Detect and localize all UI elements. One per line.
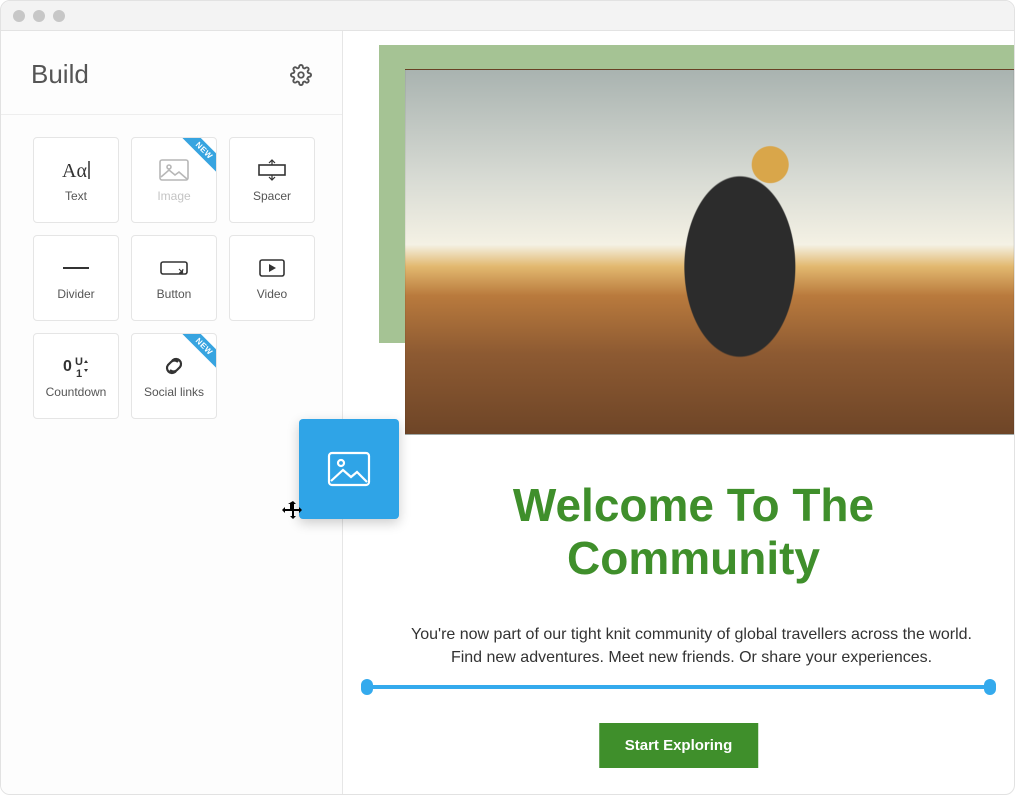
countdown-icon: 0U1	[59, 353, 93, 379]
build-sidebar: Build Aα Text NEW	[1, 31, 343, 794]
block-label: Divider	[57, 287, 94, 301]
button-icon	[157, 255, 191, 281]
editor-canvas[interactable]: Welcome To The Community You're now part…	[343, 31, 1014, 794]
hero-image[interactable]	[405, 69, 1014, 435]
video-icon	[255, 255, 289, 281]
block-button[interactable]: Button	[131, 235, 217, 321]
app-window: Build Aα Text NEW	[0, 0, 1015, 795]
block-divider[interactable]: Divider	[33, 235, 119, 321]
svg-text:0: 0	[63, 358, 72, 375]
block-label: Social links	[144, 385, 204, 399]
window-titlebar	[1, 1, 1014, 31]
block-label: Text	[65, 189, 87, 203]
main-area: Build Aα Text NEW	[1, 31, 1014, 794]
cta-button[interactable]: Start Exploring	[599, 723, 759, 768]
link-icon	[157, 353, 191, 379]
move-cursor-icon	[281, 500, 305, 524]
sidebar-title: Build	[31, 59, 89, 90]
block-video[interactable]: Video	[229, 235, 315, 321]
block-label: Countdown	[46, 385, 107, 399]
block-label: Image	[157, 189, 190, 203]
image-icon	[157, 157, 191, 183]
drop-indicator	[365, 685, 992, 689]
svg-text:Aα: Aα	[62, 160, 87, 182]
headline-text[interactable]: Welcome To The Community	[393, 479, 994, 585]
window-control-minimize[interactable]	[33, 10, 45, 22]
block-social-links[interactable]: NEW Social links	[131, 333, 217, 419]
divider-icon	[59, 255, 93, 281]
drag-preview-image-block[interactable]	[299, 419, 399, 519]
spacer-icon	[255, 157, 289, 183]
svg-text:U: U	[75, 356, 83, 368]
block-countdown[interactable]: 0U1 Countdown	[33, 333, 119, 419]
block-text[interactable]: Aα Text	[33, 137, 119, 223]
block-label: Video	[257, 287, 287, 301]
block-spacer[interactable]: Spacer	[229, 137, 315, 223]
window-control-close[interactable]	[13, 10, 25, 22]
block-image[interactable]: NEW Image	[131, 137, 217, 223]
block-label: Button	[157, 287, 192, 301]
svg-text:1: 1	[76, 368, 82, 379]
sidebar-header: Build	[1, 31, 342, 115]
block-label: Spacer	[253, 189, 291, 203]
body-text[interactable]: You're now part of our tight knit commun…	[403, 623, 980, 669]
window-control-zoom[interactable]	[53, 10, 65, 22]
gear-icon[interactable]	[290, 64, 312, 86]
image-icon	[325, 449, 373, 489]
text-icon: Aα	[59, 157, 93, 183]
block-grid: Aα Text NEW Image Spacer	[1, 115, 342, 441]
